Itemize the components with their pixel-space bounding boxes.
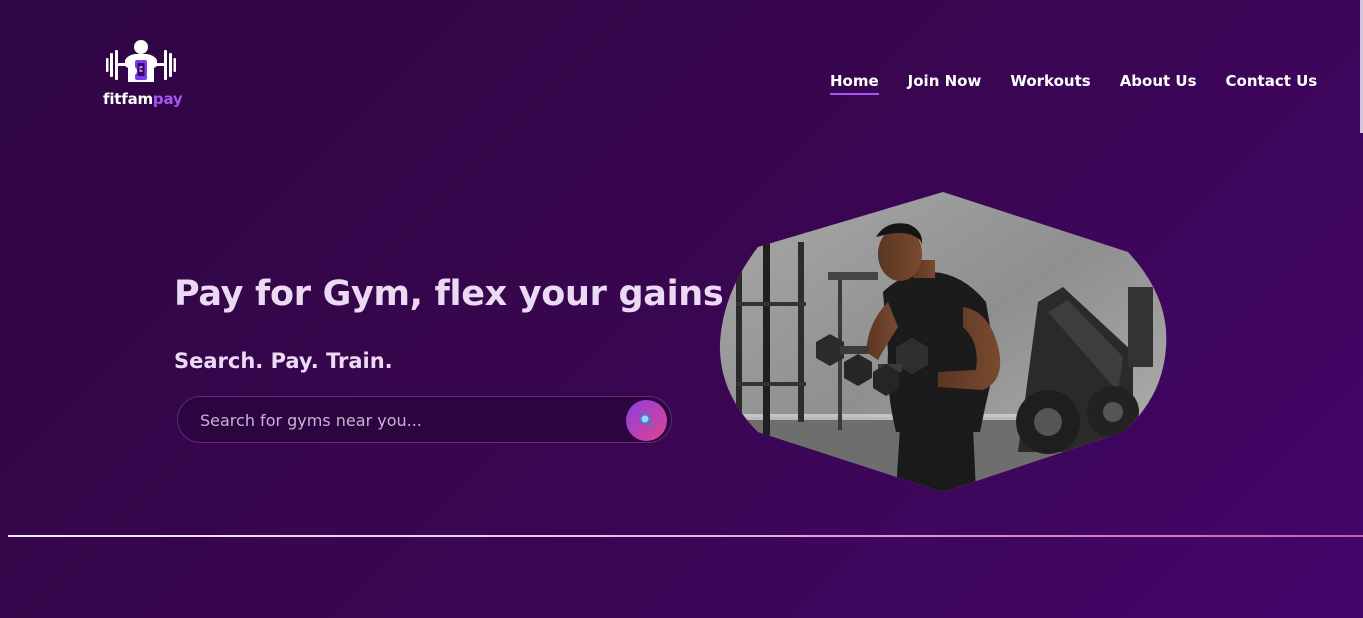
main-nav: Home Join Now Workouts About Us Contact … — [830, 72, 1317, 95]
section-divider — [8, 535, 1363, 537]
nav-item-join-now[interactable]: Join Now — [908, 72, 982, 95]
gym-search-bar — [177, 396, 672, 444]
nav-item-home[interactable]: Home — [830, 72, 879, 95]
brand-name-part2: pay — [152, 90, 183, 108]
bodybuilder-dumbbell-phone-icon — [106, 40, 176, 82]
search-button[interactable] — [626, 400, 667, 441]
nav-item-contact-us[interactable]: Contact Us — [1226, 72, 1318, 95]
brand-name: fitfampay — [103, 90, 183, 108]
hero-subtitle: Search. Pay. Train. — [174, 349, 393, 373]
search-icon — [639, 413, 654, 428]
brand-name-part1: fitfam — [103, 90, 153, 108]
nav-item-workouts[interactable]: Workouts — [1010, 72, 1090, 95]
gym-athlete-photo — [719, 192, 1167, 492]
hero-title: Pay for Gym, flex your gains — [174, 274, 724, 314]
brand-logo[interactable]: fitfampay — [100, 38, 184, 112]
gym-search-input[interactable] — [198, 397, 622, 444]
nav-item-about-us[interactable]: About Us — [1120, 72, 1197, 95]
